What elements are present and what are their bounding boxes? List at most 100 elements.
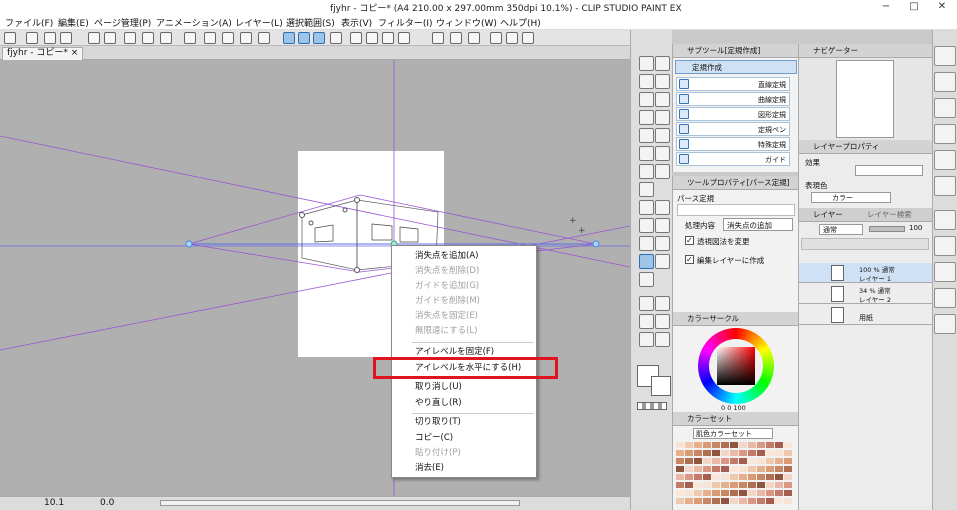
menu-help[interactable]: ヘルプ(H) (500, 16, 541, 29)
ruler-icon[interactable] (450, 32, 462, 44)
color-swatch[interactable] (739, 442, 747, 448)
color-swatch[interactable] (712, 450, 720, 456)
color-swatch[interactable] (766, 466, 774, 472)
move-tool-icon[interactable] (655, 56, 670, 71)
color-swatch[interactable] (676, 466, 684, 472)
fit-icon[interactable] (184, 32, 196, 44)
color-swatch[interactable] (775, 458, 783, 464)
layer-row[interactable]: 100 % 通常 レイヤー 1 (799, 263, 933, 283)
ruler-tool-icon[interactable] (639, 254, 654, 269)
color-swatch[interactable] (703, 458, 711, 464)
pen-tool-icon[interactable] (639, 128, 654, 143)
close-button[interactable]: ✕ (928, 0, 956, 14)
color-swatch[interactable] (775, 442, 783, 448)
subtool-curve-ruler[interactable]: 曲線定規 (676, 92, 790, 106)
blend-mode-select[interactable]: 通常 (819, 224, 863, 235)
color-swatch[interactable] (712, 442, 720, 448)
menu-fix-vanishing-point[interactable]: 消失点を固定(E) (415, 309, 478, 324)
document-tab[interactable]: fjyhr - コピー* × (2, 47, 84, 60)
folder-icon[interactable] (934, 288, 956, 308)
color-swatch[interactable] (784, 498, 792, 504)
color-swatch[interactable] (685, 442, 693, 448)
color-swatch[interactable] (712, 466, 720, 472)
zoom-tool-icon[interactable] (639, 56, 654, 71)
menu-add-vanishing-point[interactable]: 消失点を追加(A) (415, 249, 478, 264)
color-swatch[interactable] (766, 482, 774, 488)
lasso-tool-icon[interactable] (655, 110, 670, 125)
subtool-guide[interactable]: ガイド (676, 152, 790, 166)
operation-tool-icon[interactable] (655, 74, 670, 89)
color-swatch[interactable] (685, 482, 693, 488)
minimize-button[interactable]: − (872, 0, 900, 14)
color-swatch[interactable] (748, 458, 756, 464)
color-swatch[interactable] (748, 466, 756, 472)
eraser-tool-icon[interactable] (655, 164, 670, 179)
color-swatch[interactable] (757, 442, 765, 448)
color-swatch[interactable] (748, 450, 756, 456)
colorset-select[interactable]: 肌色カラーセット (693, 428, 773, 439)
color-swatch[interactable] (685, 498, 693, 504)
blend-tool-icon[interactable] (639, 182, 654, 197)
color-swatch[interactable] (721, 490, 729, 496)
menu-paste[interactable]: 貼り付け(P) (415, 446, 461, 461)
menu-clear[interactable]: 消去(E) (415, 461, 444, 476)
menu-undo[interactable]: 取り消し(U) (415, 380, 462, 395)
color-swatch[interactable] (721, 498, 729, 504)
symmetric-icon[interactable] (655, 332, 670, 347)
fill-icon[interactable] (222, 32, 234, 44)
crop-icon[interactable] (160, 32, 172, 44)
color-swatch[interactable] (730, 474, 738, 480)
color-swatch[interactable] (721, 450, 729, 456)
text-box-icon[interactable] (490, 32, 502, 44)
menu-view[interactable]: 表示(V) (341, 16, 372, 29)
fill-color-icon[interactable] (639, 296, 654, 311)
grid-icon[interactable] (432, 32, 444, 44)
color-swatch[interactable] (694, 442, 702, 448)
color-swatch[interactable] (739, 474, 747, 480)
opacity-value[interactable]: 100 (909, 224, 922, 232)
ruler-special-icon[interactable] (639, 272, 654, 287)
color-swatch[interactable] (757, 458, 765, 464)
color-swatch[interactable] (712, 498, 720, 504)
color-swatch[interactable] (694, 458, 702, 464)
layer3-icon[interactable] (934, 262, 956, 282)
color-swatch[interactable] (739, 482, 747, 488)
color-swatch[interactable] (730, 498, 738, 504)
invert-icon[interactable] (240, 32, 252, 44)
gradient-tool-icon[interactable] (655, 200, 670, 215)
airbrush-tool-icon[interactable] (655, 146, 670, 161)
color-swatch[interactable] (775, 450, 783, 456)
color-swatch[interactable] (766, 474, 774, 480)
figure-rect-icon[interactable] (639, 314, 654, 329)
layer-tab[interactable]: レイヤー (813, 209, 843, 220)
snap-ruler-icon[interactable] (283, 32, 295, 44)
color-swatch[interactable] (712, 474, 720, 480)
color-swatch[interactable] (784, 482, 792, 488)
timeline-icon[interactable] (934, 98, 956, 118)
color-swatch[interactable] (685, 458, 693, 464)
color-swatch[interactable] (766, 442, 774, 448)
color-swatch[interactable] (685, 450, 693, 456)
menu-animation[interactable]: アニメーション(A) (156, 16, 232, 29)
color-swatch[interactable] (757, 490, 765, 496)
maximize-button[interactable]: □ (900, 0, 928, 14)
menu-delete-vanishing-point[interactable]: 消失点を削除(D) (415, 264, 479, 279)
color-swatch[interactable] (721, 442, 729, 448)
color-swatch[interactable] (748, 474, 756, 480)
pencil-tool-icon[interactable] (655, 128, 670, 143)
save-icon[interactable] (60, 32, 72, 44)
color-swatch[interactable] (703, 490, 711, 496)
reset-rotate-icon[interactable] (398, 32, 410, 44)
new-icon[interactable] (26, 32, 38, 44)
layer-toolbar[interactable] (801, 238, 929, 250)
color-swatch[interactable] (784, 450, 792, 456)
layer-search-tab[interactable]: レイヤー検索 (867, 209, 912, 220)
color-swatch[interactable] (712, 490, 720, 496)
color-swatch[interactable] (712, 458, 720, 464)
opacity-slider[interactable] (869, 226, 905, 232)
lasso-icon[interactable] (204, 32, 216, 44)
figure-ellipse-icon[interactable] (655, 314, 670, 329)
crop-frame-icon[interactable] (506, 32, 518, 44)
layer2-icon[interactable] (934, 236, 956, 256)
color-swatch[interactable] (775, 474, 783, 480)
